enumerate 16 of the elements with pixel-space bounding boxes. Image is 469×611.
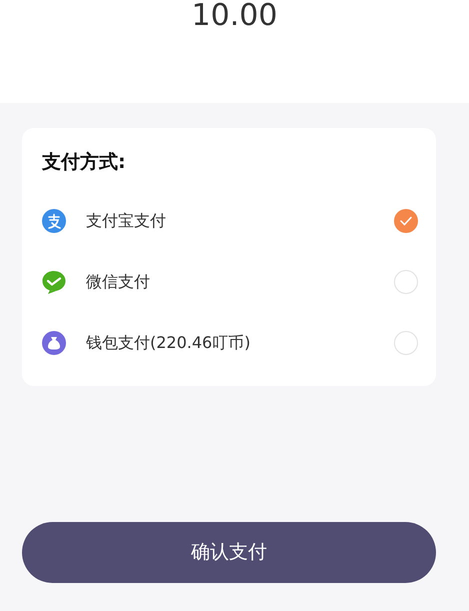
payment-option[interactable]: 支付宝支付 <box>42 190 416 252</box>
section-title: 支付方式: <box>42 150 127 175</box>
radio[interactable] <box>394 209 418 233</box>
confirm-button[interactable]: 确认支付 <box>22 522 436 583</box>
money-bag-icon <box>42 331 66 355</box>
radio[interactable] <box>394 331 418 355</box>
alipay-icon <box>42 209 66 233</box>
payment-option[interactable]: 钱包支付(220.46叮币) <box>42 312 416 374</box>
option-label: 微信支付 <box>86 271 151 293</box>
radio[interactable] <box>394 270 418 294</box>
chat-bubble-check-icon <box>42 270 66 294</box>
payment-option[interactable]: 微信支付 <box>42 252 416 312</box>
check-icon <box>400 216 412 226</box>
amount: 10.00 <box>192 1 278 31</box>
option-label: 支付宝支付 <box>86 210 167 232</box>
option-label: 钱包支付(220.46叮币) <box>86 332 252 354</box>
